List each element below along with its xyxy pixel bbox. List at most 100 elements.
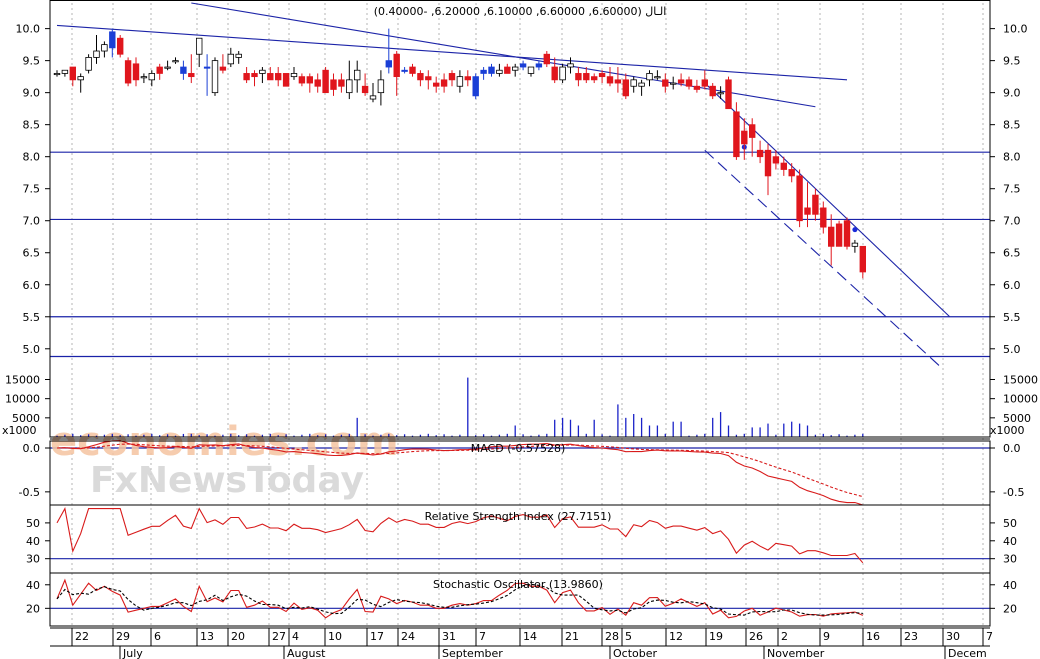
volume-ytick-left: 15000 [5, 374, 40, 387]
candle-body [638, 82, 645, 87]
candle-body [772, 156, 780, 164]
candle-body [764, 149, 772, 177]
candle-body [290, 73, 298, 78]
candle-body [583, 73, 590, 81]
candle-body [203, 66, 211, 69]
x-day-label: 24 [401, 630, 415, 643]
x-day-label: 27 [272, 630, 286, 643]
x-day-label: 30 [946, 630, 960, 643]
candle-body [630, 79, 637, 87]
candle-body [330, 79, 337, 90]
x-day-label: 16 [866, 630, 880, 643]
price-ytick-right: 6.5 [1003, 247, 1021, 260]
price-ytick-right: 8.0 [1003, 151, 1021, 164]
x-day-label: 21 [565, 630, 579, 643]
price-ytick-left: 10.0 [16, 23, 41, 36]
candle-body [195, 37, 203, 55]
candle-body [646, 73, 653, 81]
candle-body [677, 79, 685, 84]
price-ytick-left: 5.5 [23, 311, 41, 324]
volume-unit-right: x1000 [990, 424, 1025, 437]
rsi-ytick-right: 30 [1003, 553, 1017, 566]
candle-body [701, 79, 708, 87]
candle-body [417, 73, 424, 81]
candle-body [156, 66, 163, 74]
price-ytick-left: 8.0 [23, 151, 41, 164]
candle-body [53, 73, 61, 76]
x-day-label: 26 [749, 630, 763, 643]
candle-body [251, 73, 258, 78]
candle-body [338, 79, 345, 87]
candle-body [812, 194, 819, 215]
candle-body [409, 66, 416, 74]
watermark-fxnewstoday: FxNewsToday [90, 460, 364, 501]
candle-body [788, 169, 795, 177]
candle-body [575, 73, 582, 81]
rsi-ytick-left: 30 [26, 553, 40, 566]
price-ytick-right: 7.0 [1003, 215, 1021, 228]
candlesticks [53, 28, 866, 279]
candle-body [622, 79, 629, 97]
price-ytick-left: 7.5 [23, 183, 41, 196]
candle-body [654, 76, 661, 79]
candle-body [298, 76, 306, 84]
candle-body [804, 207, 811, 215]
trend-line [191, 2, 816, 108]
candle-body [859, 245, 866, 273]
rsi-ytick-right: 50 [1003, 517, 1017, 530]
price-ytick-right: 9.0 [1003, 87, 1021, 100]
stoch-ytick-right: 20 [1003, 602, 1017, 615]
x-day-label: 23 [904, 630, 918, 643]
candle-body [828, 226, 835, 247]
candle-body [393, 53, 400, 78]
candle-body [227, 53, 234, 65]
candle-body [535, 63, 543, 68]
x-day-label: 19 [709, 630, 723, 643]
candle-body [733, 111, 740, 158]
price-ytick-right: 9.5 [1003, 55, 1021, 68]
x-day-label: 29 [116, 630, 130, 643]
candle-body [480, 69, 487, 74]
candle-body [749, 124, 756, 138]
price-ytick-left: 5.0 [23, 343, 41, 356]
candle-body [472, 76, 479, 97]
candle-body [448, 73, 456, 81]
volume-ytick-right: 5000 [1003, 412, 1031, 425]
x-month-label: July [122, 647, 143, 659]
x-day-label: 22 [75, 630, 89, 643]
candle-body [527, 66, 535, 74]
candle-body [235, 53, 242, 58]
x-day-label: 28 [605, 630, 619, 643]
candle-body [369, 95, 377, 100]
candle-body [512, 66, 519, 71]
candle-body [756, 149, 764, 158]
macd-title: MACD (-0.57528) [471, 442, 566, 455]
price-ytick-left: 6.0 [23, 279, 41, 292]
candle-body [61, 69, 69, 74]
candle-body [496, 69, 503, 74]
candle-body [551, 66, 558, 81]
candle-body [598, 73, 606, 78]
price-marker-dot [852, 227, 858, 233]
candle-body [780, 162, 787, 170]
price-ytick-right: 5.5 [1003, 311, 1021, 324]
x-month-label: November [767, 647, 825, 659]
candle-body [140, 76, 148, 79]
price-ytick-right: 7.5 [1003, 183, 1021, 196]
candle-body [274, 73, 282, 81]
trend-line [704, 82, 951, 318]
candle-body [670, 82, 677, 85]
candle-body [267, 73, 274, 81]
candle-body [432, 82, 440, 87]
candle-body [843, 220, 851, 247]
x-day-label: 9 [823, 630, 830, 643]
price-ytick-left: 7.0 [23, 215, 41, 228]
price-ytick-right: 8.5 [1003, 119, 1021, 132]
candle-body [385, 60, 392, 68]
x-day-label: 5 [625, 630, 632, 643]
stoch-ytick-left: 20 [26, 602, 40, 615]
price-ytick-left: 6.5 [23, 247, 41, 260]
candle-body [741, 130, 748, 145]
candle-body [101, 44, 108, 52]
x-day-label: 17 [370, 630, 384, 643]
